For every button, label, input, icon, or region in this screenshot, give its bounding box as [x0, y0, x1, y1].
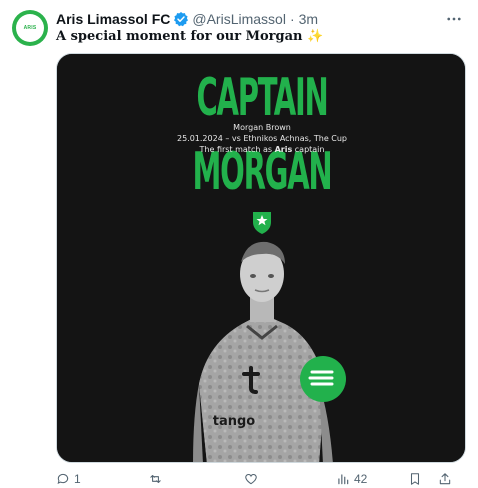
reply-count: 1 — [74, 472, 81, 486]
share-icon — [439, 473, 451, 485]
club-crest-icon: ARIS — [16, 14, 44, 42]
separator-dot: · — [289, 11, 295, 27]
more-options-icon[interactable] — [444, 10, 464, 28]
views-count: 42 — [354, 472, 368, 486]
tweet-text-body: A special moment for our Morgan — [56, 29, 303, 44]
handle[interactable]: @ArisLimassol — [192, 11, 286, 27]
tweet-actions: 1 42 — [56, 470, 466, 488]
caption-match: 25.01.2024 – vs Ethnikos Achnas, The Cup — [176, 134, 348, 143]
title-line-1: CAPTAIN — [196, 68, 328, 128]
display-name[interactable]: Aris Limassol FC — [56, 11, 170, 27]
analytics-icon — [338, 474, 349, 485]
tweet-text: A special moment for our Morgan ✨ — [56, 29, 323, 44]
verified-badge-icon[interactable] — [173, 11, 189, 27]
caption-suffix: captain — [292, 145, 325, 154]
tweet[interactable]: ARIS Aris Limassol FC @ArisLimassol · 3m… — [0, 0, 478, 488]
timestamp[interactable]: 3m — [299, 11, 318, 27]
tweet-media-image[interactable]: CAPTAIN MORGAN Morgan Brown 25.01.2024 –… — [56, 53, 466, 463]
green-badge-icon — [300, 356, 346, 402]
caption-prefix: The first match as — [199, 145, 275, 154]
caption-bold: Aris — [274, 145, 293, 154]
shirt-sponsor: tango — [212, 414, 256, 429]
bookmark-button[interactable] — [408, 472, 422, 486]
caption-first-match: The first match as Aris captain — [57, 145, 465, 154]
repost-button[interactable] — [148, 472, 163, 486]
avatar-text: ARIS — [23, 25, 37, 31]
reply-button[interactable]: 1 — [56, 472, 81, 486]
caption-name: Morgan Brown — [233, 123, 291, 132]
bookmark-icon — [410, 473, 420, 485]
tweet-header: Aris Limassol FC @ArisLimassol · 3m — [56, 10, 318, 28]
like-button[interactable] — [244, 472, 258, 486]
repost-icon — [150, 474, 161, 484]
views-button[interactable]: 42 — [336, 472, 367, 486]
reply-icon — [57, 473, 69, 485]
share-button[interactable] — [438, 472, 452, 486]
avatar[interactable]: ARIS — [12, 10, 48, 46]
heart-icon — [245, 474, 257, 485]
sparkle-emoji: ✨ — [307, 29, 324, 44]
